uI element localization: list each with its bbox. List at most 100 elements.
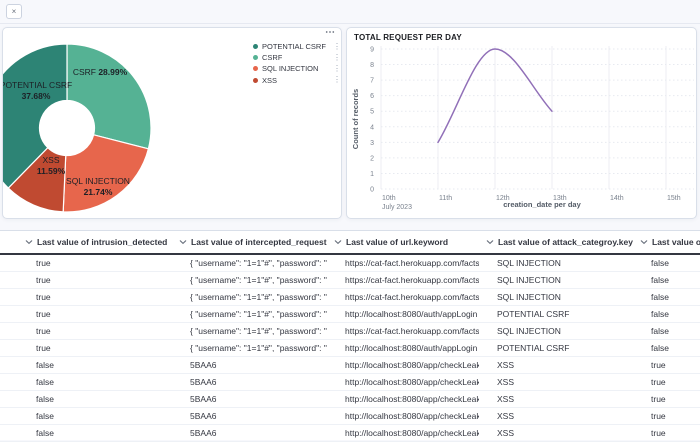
table-row: false 5BAA6 http://localhost:8080/app/ch… — [0, 374, 700, 391]
chevron-down-icon[interactable] — [25, 238, 33, 246]
table-row: true { "username": "1=1"#", "password": … — [0, 289, 700, 306]
svg-text:6: 6 — [370, 93, 374, 100]
cell-intercepted-request: { "username": "1=1"#", "password": "test… — [190, 292, 327, 302]
cell-intercepted-request: 5BAA6 — [190, 360, 217, 370]
legend-item-csrf[interactable]: CSRF ⋮ — [253, 52, 341, 63]
cell-url: http://localhost:8080/auth/appLogin — [345, 343, 478, 353]
legend-item-menu-icon[interactable]: ⋮ — [333, 64, 341, 73]
cell-intercepted-request: { "username": "1=1"#", "password": "test… — [190, 309, 327, 319]
collapse-panel-button[interactable]: × — [6, 4, 22, 19]
cell-intercepted-request: 5BAA6 — [190, 394, 217, 404]
svg-text:0: 0 — [370, 187, 374, 194]
cell-intercepted-request: { "username": "1=1"#", "password": "test… — [190, 275, 327, 285]
column-header-label: Last value of intrusion_detected — [37, 237, 168, 247]
cell-attack-category: XSS — [497, 428, 515, 438]
cell-intercepted-request: 5BAA6 — [190, 411, 217, 421]
table-header-row: Last value of intrusion_detected Last va… — [0, 231, 700, 255]
cell-intrusion-detected: true — [36, 326, 51, 336]
cell-intrusion-detected: false — [36, 411, 54, 421]
cell-intrusion-detected: false — [36, 377, 54, 387]
pie-slice-sql-injection[interactable] — [62, 134, 150, 213]
cell-attack-category: SQL INJECTION — [497, 258, 561, 268]
y-axis-title: Count of records — [351, 89, 360, 149]
table-row: true { "username": "1=1"#", "password": … — [0, 272, 700, 289]
chevron-down-icon[interactable] — [640, 238, 648, 246]
cell-intrusion-detected: false — [36, 428, 54, 438]
cell-flag: false — [651, 258, 669, 268]
cell-url: http://localhost:8080/app/checkLeaked — [345, 377, 479, 387]
close-icon: × — [11, 7, 17, 16]
table-row: true { "username": "1=1"#", "password": … — [0, 255, 700, 272]
cell-intrusion-detected: true — [36, 343, 51, 353]
table-row: true { "username": "1=1"#", "password": … — [0, 323, 700, 340]
chevron-down-icon[interactable] — [179, 238, 187, 246]
pie-slice-csrf[interactable] — [66, 43, 152, 150]
total-request-per-day-panel: TOTAL REQUEST PER DAY 10th 11th 12th 13th 14… — [346, 27, 697, 219]
column-header-label: Last value of intercepted_request.keywor… — [191, 237, 327, 247]
legend-item-menu-icon[interactable]: ⋮ — [333, 76, 341, 84]
legend-item-menu-icon[interactable]: ⋮ — [333, 53, 341, 62]
svg-text:1: 1 — [370, 171, 374, 178]
cell-url: https://cat-fact.herokuapp.com/facts/ ; — [345, 275, 479, 285]
svg-text:July 2023: July 2023 — [382, 204, 412, 211]
table-row: false 5BAA6 http://localhost:8080/app/ch… — [0, 357, 700, 374]
cell-intercepted-request: 5BAA6 — [190, 377, 217, 387]
legend-dot — [253, 44, 258, 50]
table-header-cell[interactable]: Last value of intercepted_request.keywor… — [172, 237, 327, 247]
cell-url: http://localhost:8080/app/checkLeaked — [345, 394, 479, 404]
table-body: true { "username": "1=1"#", "password": … — [0, 255, 700, 442]
svg-text:2: 2 — [370, 155, 374, 162]
legend-dot — [253, 55, 258, 61]
svg-text:14th: 14th — [610, 195, 624, 202]
legend-dot — [253, 66, 258, 72]
cell-attack-category: SQL INJECTION — [497, 275, 561, 285]
pie-slices — [3, 43, 152, 213]
cell-attack-category: XSS — [497, 394, 515, 404]
svg-text:7: 7 — [370, 78, 374, 85]
cell-attack-category: XSS — [497, 377, 515, 387]
cell-intercepted-request: { "username": "1=1"#", "password": "test… — [190, 258, 327, 268]
legend-item-xss[interactable]: XSS ⋮ — [253, 75, 341, 86]
svg-text:9: 9 — [370, 47, 374, 54]
svg-text:4: 4 — [370, 124, 374, 131]
table-row: false 5BAA6 http://localhost:8080/app/ch… — [0, 391, 700, 408]
attack-category-pie-panel: CSRF 28.99% POTENTIAL CSRF 37.68% XSS 11.5… — [2, 27, 342, 219]
chevron-down-icon[interactable] — [486, 238, 494, 246]
table-header-cell[interactable]: Last value of attack_categroy.keyword — [479, 237, 633, 247]
table-row: true { "username": "1=1"#", "password": … — [0, 340, 700, 357]
cell-flag: true — [651, 411, 666, 421]
chart-title: TOTAL REQUEST PER DAY — [354, 33, 462, 42]
table-row: false 5BAA6 http://localhost:8080/app/ch… — [0, 408, 700, 425]
cell-url: http://localhost:8080/auth/appLogin — [345, 309, 478, 319]
cell-flag: true — [651, 394, 666, 404]
column-header-label: Last value of attack_categroy.keyword — [498, 237, 633, 247]
cell-intrusion-detected: true — [36, 292, 51, 302]
line-grid: 10th 11th 12th 13th 14th 15th0123456789July 2… — [370, 46, 694, 211]
cell-intrusion-detected: false — [36, 360, 54, 370]
cell-attack-category: SQL INJECTION — [497, 326, 561, 336]
legend-item-menu-icon[interactable]: ⋮ — [333, 42, 341, 51]
panel-options-icon[interactable]: ⋯ — [325, 28, 336, 39]
column-header-label: Last value of url.keyword — [346, 237, 449, 247]
table-header-cell[interactable]: Last value of intrusion_detected — [18, 237, 172, 247]
svg-text:11th: 11th — [439, 195, 452, 202]
chart-legend: POTENTIAL CSRF ⋮ CSRF ⋮ SQL INJECTION ⋮ … — [253, 41, 341, 86]
cell-flag: true — [651, 428, 666, 438]
table-row: false 5BAA6 http://localhost:8080/app/ch… — [0, 425, 700, 442]
table-header-cell[interactable]: Last value of bl — [633, 237, 700, 247]
chevron-down-icon[interactable] — [334, 238, 342, 246]
cell-flag: false — [651, 275, 669, 285]
cell-flag: true — [651, 360, 666, 370]
cell-flag: false — [651, 326, 669, 336]
legend-item-potential-csrf[interactable]: POTENTIAL CSRF ⋮ — [253, 41, 341, 52]
cell-flag: false — [651, 309, 669, 319]
cell-attack-category: POTENTIAL CSRF — [497, 309, 570, 319]
cell-flag: false — [651, 292, 669, 302]
legend-item-sql-injection[interactable]: SQL INJECTION ⋮ — [253, 63, 341, 74]
line-chart: 10th 11th 12th 13th 14th 15th0123456789July 2… — [351, 46, 694, 211]
cell-intrusion-detected: true — [36, 275, 51, 285]
legend-label: SQL INJECTION — [262, 64, 319, 74]
cell-url: https://cat-fact.herokuapp.com/facts/ — [345, 292, 479, 302]
cell-intercepted-request: { "username": "1=1"#", "password": "test… — [190, 326, 327, 336]
table-header-cell[interactable]: Last value of url.keyword — [327, 237, 479, 247]
